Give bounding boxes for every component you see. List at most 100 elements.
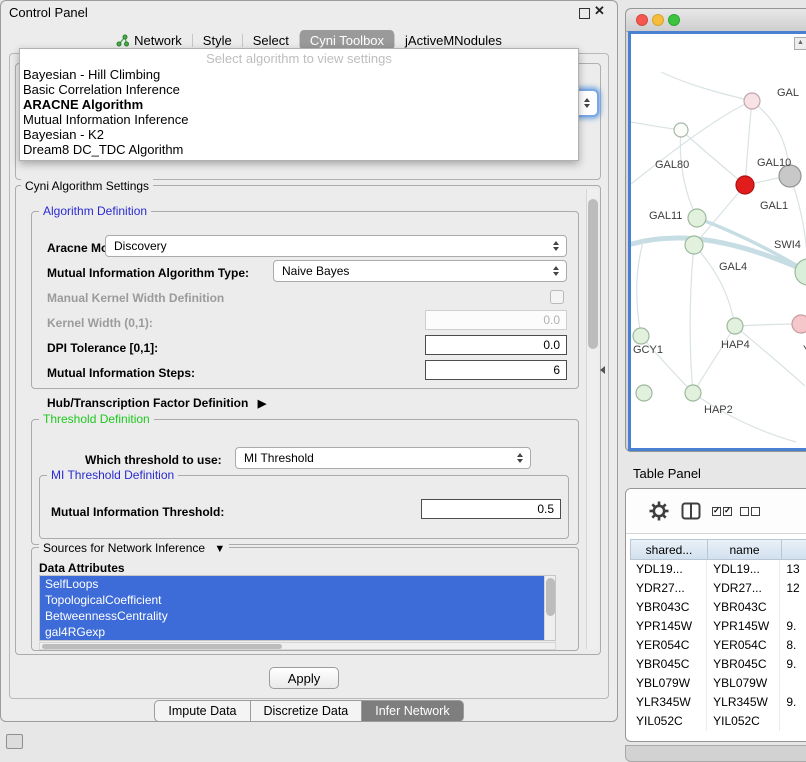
table-row[interactable]: YER054CYER054C8. xyxy=(630,636,806,655)
network-window-titlebar[interactable] xyxy=(626,9,806,32)
data-attributes-list[interactable]: SelfLoopsTopologicalCoefficientBetweenne… xyxy=(39,575,556,641)
network-node[interactable] xyxy=(685,236,703,254)
attributes-list-hscrollbar[interactable] xyxy=(39,642,556,650)
mi-algorithm-type-select[interactable]: Naive Bayes xyxy=(273,260,567,282)
table-cell: YER054C xyxy=(630,636,707,655)
settings-scrollbar[interactable] xyxy=(586,189,598,649)
float-window-icon[interactable] xyxy=(579,8,590,19)
network-node[interactable] xyxy=(744,93,760,109)
scrollbar-thumb[interactable] xyxy=(546,578,555,616)
algorithm-menu-item[interactable]: Mutual Information Inference xyxy=(20,112,578,127)
kernel-width-label: Kernel Width (0,1): xyxy=(47,316,153,330)
close-traffic-light[interactable] xyxy=(636,14,648,26)
algorithm-menu-item[interactable]: Dream8 DC_TDC Algorithm xyxy=(20,142,578,157)
column-header-shared-name[interactable]: shared... xyxy=(630,539,708,560)
checked-box-icon: ✓ xyxy=(723,507,732,516)
node-label: GAL11 xyxy=(649,210,682,222)
network-node[interactable] xyxy=(633,328,649,344)
apply-button[interactable]: Apply xyxy=(269,667,339,689)
table-cell: 8. xyxy=(780,636,806,655)
aracne-mode-select[interactable]: Discovery xyxy=(105,235,567,257)
tab-label: Cyni Toolbox xyxy=(310,33,384,48)
network-edge xyxy=(735,324,801,326)
network-node[interactable] xyxy=(736,176,754,194)
node-label: GCY1 xyxy=(633,344,663,356)
minimize-traffic-light[interactable] xyxy=(652,14,664,26)
panel-resize-arrow[interactable] xyxy=(600,366,605,374)
algorithm-menu-item[interactable]: ARACNE Algorithm xyxy=(20,97,578,112)
dock-panel-icon[interactable] xyxy=(6,734,23,749)
table-row[interactable]: YBR043CYBR043C xyxy=(630,598,806,617)
table-cell xyxy=(780,674,806,693)
hub-definition-toggle[interactable]: Hub/Transcription Factor Definition ▶ xyxy=(47,396,266,410)
algorithm-menu-item[interactable]: Bayesian - K2 xyxy=(20,127,578,142)
table-header-row: shared... name xyxy=(630,539,806,560)
kernel-width-field[interactable] xyxy=(425,310,567,330)
group-title: Cyni Algorithm Settings xyxy=(21,179,153,193)
node-label: HAP4 xyxy=(721,339,750,351)
deselect-all-button[interactable] xyxy=(740,507,760,516)
close-window-icon[interactable]: ✕ xyxy=(594,3,605,19)
table-row[interactable]: YDL19...YDL19...13 xyxy=(630,560,806,579)
table-cell: YDR27... xyxy=(630,579,707,598)
algorithm-menu-list: Bayesian - Hill ClimbingBasic Correlatio… xyxy=(20,67,578,157)
table-row[interactable]: YIL052CYIL052C xyxy=(630,712,806,731)
table-row[interactable]: YDR27...YDR27...12 xyxy=(630,579,806,598)
network-node[interactable] xyxy=(674,123,688,137)
column-header-name[interactable]: name xyxy=(708,539,782,560)
zoom-traffic-light[interactable] xyxy=(668,14,680,26)
data-attribute-item[interactable]: BetweennessCentrality xyxy=(40,608,555,624)
table-cell: 9. xyxy=(780,693,806,712)
unchecked-box-icon xyxy=(740,507,749,516)
control-panel-window: Control Panel ✕ Network Style Select Cyn… xyxy=(0,0,618,722)
algorithm-menu-item[interactable]: Basic Correlation Inference xyxy=(20,82,578,97)
manual-kernel-width-checkbox[interactable] xyxy=(550,290,564,304)
network-node[interactable] xyxy=(727,318,743,334)
scrollbar-thumb[interactable] xyxy=(42,644,282,649)
network-edge xyxy=(681,130,745,185)
data-attribute-item[interactable]: TopologicalCoefficient xyxy=(40,592,555,608)
algorithm-menu-item[interactable]: Bayesian - Hill Climbing xyxy=(20,67,578,82)
sources-toggle[interactable]: Sources for Network Inference ▼ xyxy=(39,541,229,555)
table-row[interactable]: YBL079WYBL079W xyxy=(630,674,806,693)
bottom-tab-bar: Impute Data Discretize Data Infer Networ… xyxy=(1,700,617,722)
table-row[interactable]: YPR145WYPR145W9. xyxy=(630,617,806,636)
checked-box-icon: ✓ xyxy=(712,507,721,516)
tab-label: Select xyxy=(253,33,289,48)
network-node[interactable] xyxy=(795,259,806,285)
mi-steps-field[interactable] xyxy=(425,360,567,380)
network-node[interactable] xyxy=(688,209,706,227)
table-settings-button[interactable] xyxy=(648,500,670,522)
table-row[interactable]: YLR345WYLR345W9. xyxy=(630,693,806,712)
which-threshold-select[interactable]: MI Threshold xyxy=(235,447,531,469)
sources-title: Sources for Network Inference xyxy=(43,541,205,555)
tab-label: Network xyxy=(134,33,182,48)
column-header-partial[interactable] xyxy=(782,539,806,560)
select-columns-button[interactable] xyxy=(681,502,701,520)
select-all-button[interactable]: ✓ ✓ xyxy=(712,507,732,516)
algorithm-dropdown-popup: Select algorithm to view settings Bayesi… xyxy=(19,48,579,161)
tab-infer-network[interactable]: Infer Network xyxy=(362,700,463,722)
group-title: Threshold Definition xyxy=(39,412,154,426)
network-node[interactable] xyxy=(685,385,701,401)
network-node[interactable] xyxy=(792,315,806,333)
data-attribute-item[interactable]: SelfLoops xyxy=(40,576,555,592)
dpi-tolerance-field[interactable] xyxy=(425,335,567,355)
mi-steps-label: Mutual Information Steps: xyxy=(47,366,195,380)
table-toolbar: ✓ ✓ xyxy=(626,489,806,534)
data-attribute-item[interactable]: gal4RGexp xyxy=(40,624,555,640)
network-edge xyxy=(694,245,735,326)
scrollbar-thumb[interactable] xyxy=(588,199,598,349)
group-title: MI Threshold Definition xyxy=(47,468,178,482)
canvas-corner-button[interactable]: ▲ xyxy=(794,37,806,50)
attributes-list-scrollbar[interactable] xyxy=(544,576,555,640)
tab-discretize-data[interactable]: Discretize Data xyxy=(251,700,363,722)
network-canvas[interactable]: GAL80GAL10GAL11GAL1SWI4GAL4GCY1HAP4HAP2G… xyxy=(628,31,806,451)
table-row[interactable]: YBR045CYBR045C9. xyxy=(630,655,806,674)
hub-definition-label: Hub/Transcription Factor Definition xyxy=(47,396,248,410)
network-node[interactable] xyxy=(636,385,652,401)
table-cell: 9. xyxy=(780,617,806,636)
mi-threshold-field[interactable] xyxy=(421,499,561,519)
collapsed-arrow-icon: ▶ xyxy=(258,398,266,410)
tab-impute-data[interactable]: Impute Data xyxy=(154,700,250,722)
